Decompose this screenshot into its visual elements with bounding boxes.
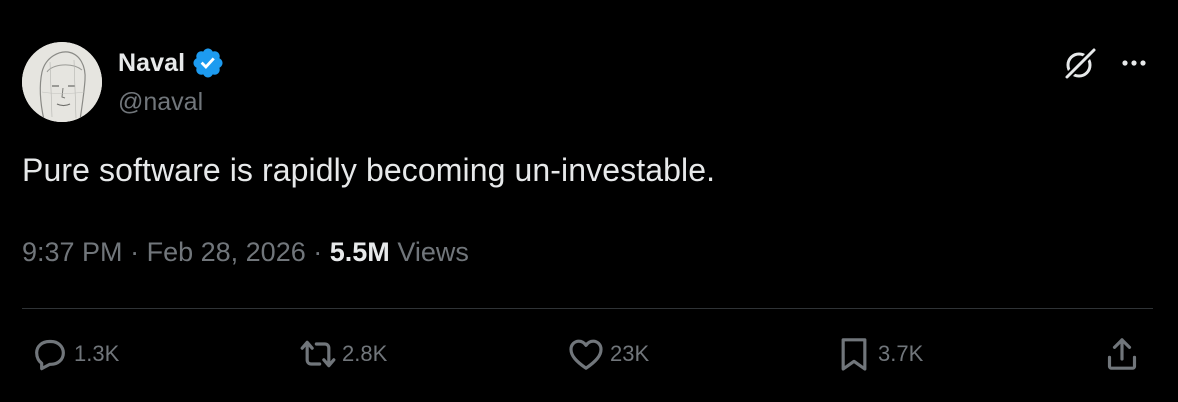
repost-icon [300, 340, 336, 368]
verified-badge-icon[interactable] [191, 46, 225, 80]
repost-count: 2.8K [342, 341, 388, 366]
avatar-sketch-image [22, 42, 102, 122]
author-name-row: Naval [118, 46, 225, 80]
divider [22, 308, 1153, 309]
tweet-time[interactable]: 9:37 PM [22, 237, 123, 267]
author-display-name[interactable]: Naval [118, 49, 185, 78]
views-label: Views [397, 237, 469, 267]
more-icon[interactable] [1116, 50, 1152, 76]
reply-count: 1.3K [74, 341, 120, 366]
bookmark-count: 3.7K [878, 341, 924, 366]
bookmark-button[interactable]: 3.7K [834, 334, 923, 374]
like-count: 23K [610, 341, 650, 366]
reply-icon [35, 339, 65, 371]
share-button[interactable] [1102, 334, 1142, 374]
grok-icon[interactable] [1060, 44, 1100, 84]
meta-separator: · [130, 237, 140, 267]
tweet-card: Naval @naval Pure software is rapidly be… [0, 0, 1178, 402]
tweet-text: Pure software is rapidly becoming un-inv… [22, 152, 716, 188]
meta-separator: · [313, 237, 323, 267]
bookmark-icon [841, 338, 867, 371]
like-button[interactable]: 23K [566, 334, 649, 374]
repost-button[interactable]: 2.8K [298, 334, 387, 374]
avatar[interactable] [22, 42, 102, 122]
share-icon [1107, 338, 1137, 370]
tweet-meta: 9:37 PM · Feb 28, 2026 · 5.5M Views [22, 237, 469, 268]
tweet-date[interactable]: Feb 28, 2026 [147, 237, 306, 267]
author-handle[interactable]: @naval [118, 88, 203, 117]
heart-icon [569, 339, 603, 370]
reply-button[interactable]: 1.3K [30, 334, 119, 374]
views-count: 5.5M [329, 237, 390, 267]
